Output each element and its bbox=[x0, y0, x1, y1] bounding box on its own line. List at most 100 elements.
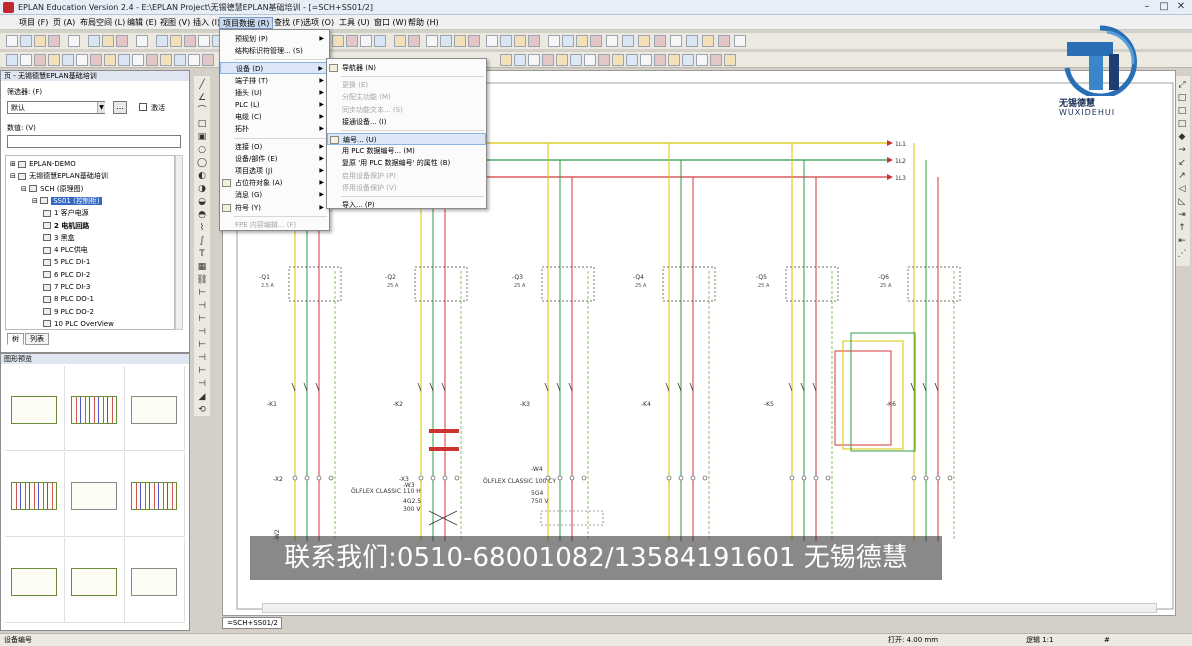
tree-expander-icon[interactable]: ⊟ bbox=[21, 185, 29, 193]
tree-item[interactable]: 2 电机回路 bbox=[43, 220, 89, 232]
draw-tool-icon[interactable]: ⊢ bbox=[196, 340, 208, 350]
toolbar-button-29[interactable] bbox=[562, 35, 574, 47]
tree-item[interactable]: ⊟ SS01 (控制柜) bbox=[32, 195, 102, 207]
menu-item[interactable]: 导航器 (N) bbox=[327, 62, 486, 74]
side-tool-icon[interactable]: ↙ bbox=[1176, 158, 1188, 168]
tree-expander-icon[interactable]: ⊞ bbox=[10, 160, 18, 168]
toolbar2-button-22[interactable] bbox=[598, 54, 610, 66]
horizontal-scrollbar[interactable] bbox=[262, 603, 1157, 613]
side-tool-icon[interactable]: ↗ bbox=[1176, 171, 1188, 181]
tab-tree[interactable]: 树 bbox=[7, 333, 24, 345]
preview-cell[interactable] bbox=[65, 366, 125, 451]
toolbar2-button-10[interactable] bbox=[146, 54, 158, 66]
toolbar-button-2[interactable] bbox=[34, 35, 46, 47]
menu-item[interactable]: 连接 (O) ▶ bbox=[220, 141, 329, 153]
draw-tool-icon[interactable]: ⊣ bbox=[196, 327, 208, 337]
toolbar2-button-31[interactable] bbox=[724, 54, 736, 66]
preview-cell[interactable] bbox=[5, 538, 65, 623]
toolbar-button-16[interactable] bbox=[360, 35, 372, 47]
tree-item[interactable]: 1 客户电源 bbox=[43, 207, 89, 219]
tree-item[interactable]: ⊞ EPLAN-DEMO bbox=[10, 158, 76, 170]
draw-tool-icon[interactable]: ⊢ bbox=[196, 288, 208, 298]
toolbar2-button-23[interactable] bbox=[612, 54, 624, 66]
draw-tool-icon[interactable]: ◑ bbox=[196, 184, 208, 194]
toolbar2-button-3[interactable] bbox=[48, 54, 60, 66]
toolbar-button-26[interactable] bbox=[514, 35, 526, 47]
menu-item[interactable]: PLC (L) ▶ bbox=[220, 99, 329, 111]
side-tool-icon[interactable]: ◺ bbox=[1176, 197, 1188, 207]
menu-item[interactable]: 用 PLC 数据编号... (M) bbox=[327, 145, 486, 157]
filter-select[interactable]: 默认 bbox=[7, 101, 105, 114]
toolbar2-button-28[interactable] bbox=[682, 54, 694, 66]
preview-thumbnail[interactable] bbox=[131, 482, 177, 510]
toolbar-button-35[interactable] bbox=[654, 35, 666, 47]
active-checkbox[interactable] bbox=[139, 103, 147, 111]
menu-item[interactable]: 符号 (Y) ▶ bbox=[220, 202, 329, 214]
toolbar2-button-20[interactable] bbox=[570, 54, 582, 66]
toolbar-button-33[interactable] bbox=[622, 35, 634, 47]
toolbar-button-30[interactable] bbox=[576, 35, 588, 47]
toolbar-button-40[interactable] bbox=[734, 35, 746, 47]
preview-cell[interactable] bbox=[5, 366, 65, 451]
toolbar-button-8[interactable] bbox=[136, 35, 148, 47]
tree-item[interactable]: 10 PLC OverView bbox=[43, 318, 114, 330]
toolbar-button-10[interactable] bbox=[170, 35, 182, 47]
preview-cell[interactable] bbox=[125, 366, 185, 451]
toolbar-button-22[interactable] bbox=[454, 35, 466, 47]
toolbar-button-21[interactable] bbox=[440, 35, 452, 47]
toolbar-button-4[interactable] bbox=[68, 35, 80, 47]
draw-tool-icon[interactable]: ◓ bbox=[196, 210, 208, 220]
toolbar2-button-8[interactable] bbox=[118, 54, 130, 66]
draw-tool-icon[interactable]: ⊢ bbox=[196, 314, 208, 324]
toolbar-button-17[interactable] bbox=[374, 35, 386, 47]
draw-tool-icon[interactable]: ▦ bbox=[196, 262, 208, 272]
toolbar-button-27[interactable] bbox=[528, 35, 540, 47]
side-tool-icon[interactable]: ◁ bbox=[1176, 184, 1188, 194]
toolbar-button-12[interactable] bbox=[198, 35, 210, 47]
toolbar-button-11[interactable] bbox=[184, 35, 196, 47]
tree-expander-icon[interactable]: ⊟ bbox=[32, 197, 40, 205]
menu-item[interactable]: 复原 '用 PLC 数据编号' 的属性 (B) bbox=[327, 157, 486, 169]
toolbar2-button-4[interactable] bbox=[62, 54, 74, 66]
side-tool-icon[interactable]: ⇥ bbox=[1176, 210, 1188, 220]
toolbar-button-14[interactable] bbox=[332, 35, 344, 47]
menu-item[interactable]: 占位符对象 (A) ▶ bbox=[220, 177, 329, 189]
toolbar2-button-16[interactable] bbox=[514, 54, 526, 66]
toolbar-button-39[interactable] bbox=[718, 35, 730, 47]
menu-item[interactable]: 插头 (U) ▶ bbox=[220, 87, 329, 99]
toolbar2-button-0[interactable] bbox=[6, 54, 18, 66]
draw-tool-icon[interactable]: ◐ bbox=[196, 171, 208, 181]
maximize-icon[interactable]: □ bbox=[1157, 1, 1171, 13]
side-tool-icon[interactable]: ◆ bbox=[1176, 132, 1188, 142]
filter-browse-button[interactable]: ... bbox=[113, 101, 127, 114]
side-tool-icon[interactable]: □ bbox=[1176, 93, 1188, 103]
preview-cell[interactable] bbox=[125, 538, 185, 623]
toolbar-button-38[interactable] bbox=[702, 35, 714, 47]
toolbar2-button-26[interactable] bbox=[654, 54, 666, 66]
toolbar2-button-7[interactable] bbox=[104, 54, 116, 66]
side-tool-icon[interactable]: □ bbox=[1176, 106, 1188, 116]
tree-item[interactable]: 5 PLC DI-1 bbox=[43, 256, 90, 268]
draw-tool-icon[interactable]: ⊣ bbox=[196, 379, 208, 389]
preview-cell[interactable] bbox=[125, 452, 185, 537]
tree-expander-icon[interactable]: ⊟ bbox=[10, 172, 18, 180]
draw-tool-icon[interactable]: ⊢ bbox=[196, 366, 208, 376]
preview-thumbnail[interactable] bbox=[11, 482, 57, 510]
menu-item-0[interactable]: 项目 (F) bbox=[16, 17, 51, 29]
draw-tool-icon[interactable]: ◢ bbox=[196, 392, 208, 402]
draw-tool-icon[interactable]: ◯ bbox=[196, 158, 208, 168]
minimize-icon[interactable]: – bbox=[1140, 1, 1154, 13]
draw-tool-icon[interactable]: ⌇ bbox=[196, 223, 208, 233]
tree-item[interactable]: 9 PLC DO-2 bbox=[43, 306, 94, 318]
side-tool-icon[interactable]: ↑ bbox=[1176, 223, 1188, 233]
menu-item[interactable]: 设备 (D) ▶ bbox=[220, 62, 329, 75]
menu-item[interactable]: 导入... (P) bbox=[327, 199, 486, 211]
toolbar2-button-12[interactable] bbox=[174, 54, 186, 66]
toolbar2-button-29[interactable] bbox=[696, 54, 708, 66]
draw-tool-icon[interactable]: ⛓ bbox=[196, 275, 208, 285]
preview-cell[interactable] bbox=[65, 538, 125, 623]
tree-item[interactable]: ⊟ SCH (原理图) bbox=[21, 183, 83, 195]
draw-tool-icon[interactable]: ⊣ bbox=[196, 301, 208, 311]
draw-tool-icon[interactable]: ⌒ bbox=[196, 106, 208, 116]
menu-item[interactable]: 电缆 (C) ▶ bbox=[220, 111, 329, 123]
